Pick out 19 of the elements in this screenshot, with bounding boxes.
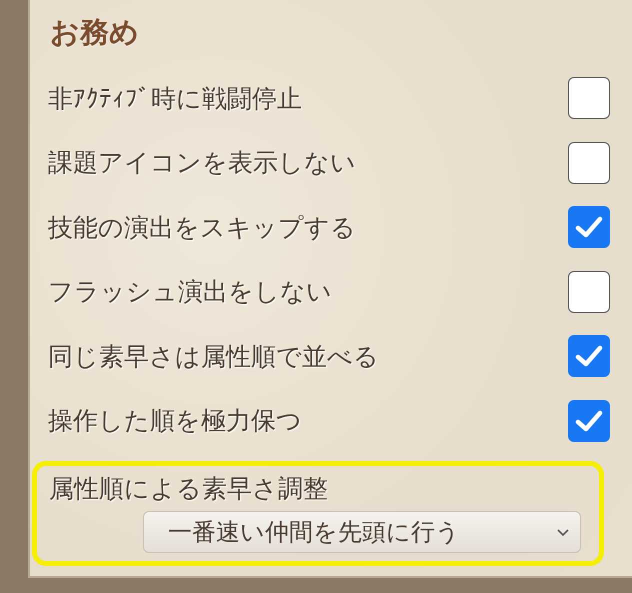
checkbox[interactable]	[568, 400, 610, 442]
option-label: 課題アイコンを表示しない	[48, 147, 356, 180]
check-icon	[575, 344, 603, 368]
check-icon	[575, 215, 603, 240]
setting-label: 属性順による素早さ調整	[49, 473, 329, 505]
option-label: 非ｱｸﾃｨﾌﾞ時に戦闘停止	[48, 82, 302, 115]
checkbox[interactable]	[568, 77, 610, 120]
check-icon	[575, 408, 603, 433]
section-title: お務め	[50, 14, 140, 51]
dropdown[interactable]: 一番速い仲間を先頭に行う	[143, 511, 581, 553]
option-label: 同じ素早さは属性順で並べる	[48, 340, 379, 373]
chevron-icon	[556, 528, 570, 536]
option-label: フラッシュ演出をしない	[48, 276, 332, 308]
checkbox[interactable]	[568, 206, 610, 248]
checkbox[interactable]	[568, 142, 610, 184]
checkbox[interactable]	[568, 335, 610, 378]
option-label: 操作した順を極力保つ	[48, 405, 302, 438]
checkbox[interactable]	[568, 270, 610, 313]
option-label: 技能の演出をスキップする	[48, 212, 356, 244]
